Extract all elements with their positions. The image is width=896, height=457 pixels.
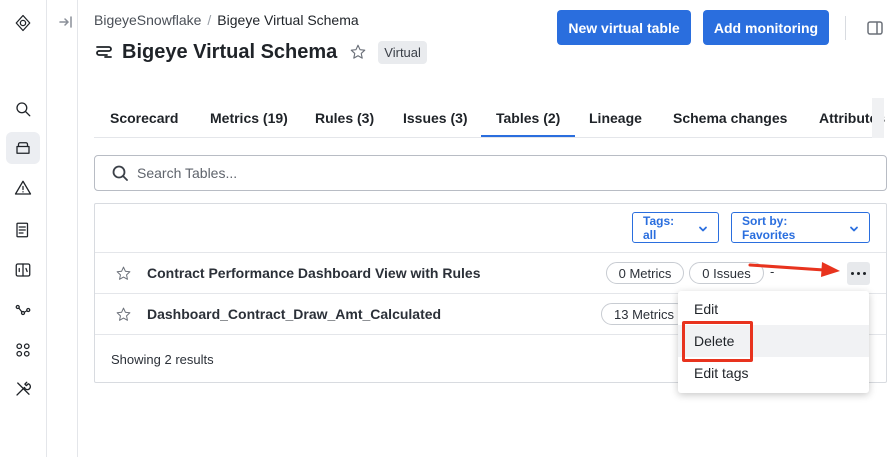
table-name[interactable]: Contract Performance Dashboard View with… (147, 265, 481, 281)
tab-schema-changes[interactable]: Schema changes (673, 110, 787, 126)
new-virtual-table-button[interactable]: New virtual table (557, 10, 691, 45)
tab-lineage[interactable]: Lineage (589, 110, 642, 126)
breadcrumb-parent[interactable]: BigeyeSnowflake (94, 12, 201, 28)
search-icon[interactable] (11, 97, 35, 121)
metrics-count-pill[interactable]: 13 Metrics (601, 303, 687, 325)
more-dot (851, 272, 854, 275)
table-name[interactable]: Dashboard_Contract_Draw_Amt_Calculated (147, 306, 441, 322)
page-title: Bigeye Virtual Schema (122, 40, 338, 63)
collapse-sidebar-icon[interactable] (57, 14, 73, 30)
more-dot (857, 272, 860, 275)
tab-tables[interactable]: Tables (2) (480, 110, 576, 137)
logo-icon[interactable] (11, 11, 35, 35)
favorite-star-icon[interactable] (349, 43, 367, 61)
add-monitoring-button[interactable]: Add monitoring (703, 10, 829, 45)
annotation-highlight-box (682, 321, 753, 362)
page-header: Bigeye Virtual Schema Virtual (94, 38, 427, 66)
collapse-strip (52, 0, 78, 457)
virtual-schema-icon (94, 42, 114, 62)
tab-rules[interactable]: Rules (3) (315, 110, 374, 126)
search-tables-field[interactable] (94, 155, 887, 191)
favorite-star-icon[interactable] (115, 306, 132, 323)
metrics-count-pill[interactable]: 0 Metrics (606, 262, 684, 284)
tabs-scroll-fade (872, 98, 884, 138)
alert-icon[interactable] (11, 176, 35, 200)
lineage-icon[interactable] (11, 298, 35, 322)
tables-toolbar: Tags: all Sort by: Favorites (95, 204, 886, 253)
docs-icon[interactable] (11, 218, 35, 242)
left-nav-rail (0, 0, 47, 457)
chevron-down-icon (849, 223, 859, 233)
search-tables-input[interactable] (137, 165, 737, 181)
side-panel-toggle-icon[interactable] (866, 19, 884, 37)
sort-dropdown[interactable]: Sort by: Favorites (731, 212, 870, 243)
annotation-arrow-icon (748, 262, 840, 277)
virtual-badge: Virtual (378, 40, 427, 64)
sort-label: Sort by: Favorites (742, 213, 796, 242)
app-root: BigeyeSnowflake / Bigeye Virtual Schema … (0, 0, 896, 457)
sql-icon[interactable] (11, 258, 35, 282)
tab-scorecard[interactable]: Scorecard (110, 110, 178, 126)
more-dot (863, 272, 866, 275)
favorite-star-icon[interactable] (115, 265, 132, 282)
breadcrumb-separator: / (207, 12, 212, 28)
chevron-down-icon (698, 223, 708, 233)
tags-filter-label: Tags: all (643, 213, 675, 242)
tab-metrics[interactable]: Metrics (19) (210, 110, 288, 126)
results-count: Showing 2 results (111, 352, 214, 367)
catalog-icon[interactable] (6, 132, 40, 164)
more-options-button[interactable] (847, 262, 870, 285)
tools-icon[interactable] (11, 377, 35, 401)
header-divider (845, 16, 846, 40)
breadcrumb-current: Bigeye Virtual Schema (217, 12, 359, 28)
tags-filter-dropdown[interactable]: Tags: all (632, 212, 719, 243)
tab-bar: Scorecard Metrics (19) Rules (3) Issues … (94, 98, 885, 138)
tab-issues[interactable]: Issues (3) (403, 110, 468, 126)
search-icon (111, 164, 129, 182)
breadcrumb: BigeyeSnowflake / Bigeye Virtual Schema (94, 12, 359, 28)
apps-icon[interactable] (11, 338, 35, 362)
